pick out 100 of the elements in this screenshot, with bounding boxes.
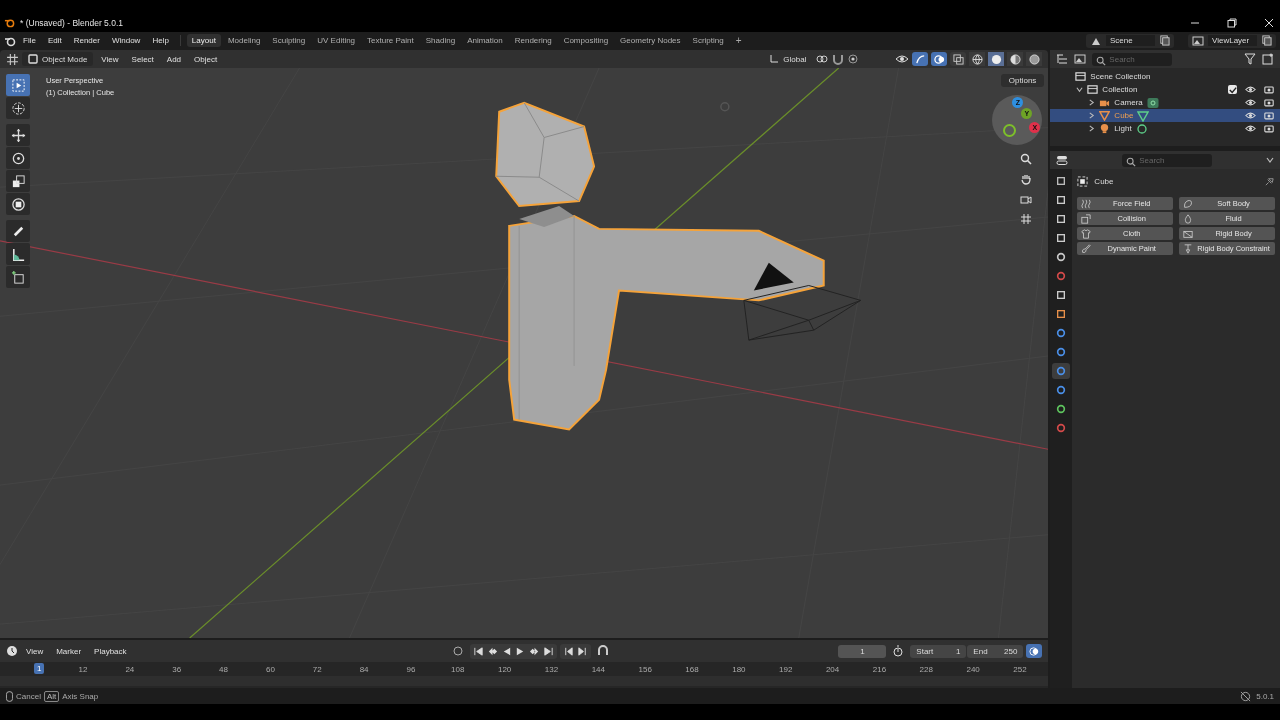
step-back-icon[interactable] <box>563 645 575 657</box>
jump-end-icon[interactable] <box>543 645 555 657</box>
view-layer-field[interactable]: ViewLayer <box>1188 33 1276 48</box>
workspace-tab[interactable]: Sculpting <box>267 34 311 47</box>
tool-button[interactable] <box>6 220 30 242</box>
orientation-dropdown[interactable]: Global <box>763 52 813 66</box>
outliner-row[interactable]: Light <box>1050 122 1280 135</box>
grid-icon[interactable] <box>1020 213 1033 225</box>
search-field[interactable]: Search <box>1092 52 1173 66</box>
camera-icon[interactable] <box>1264 98 1274 107</box>
filter-icon[interactable] <box>1244 53 1256 65</box>
camera-icon[interactable] <box>1020 193 1033 205</box>
workspace-tab[interactable]: Geometry Nodes <box>615 34 686 47</box>
menu-item[interactable]: Help <box>147 35 174 46</box>
light-data-icon[interactable] <box>1135 122 1148 135</box>
step-forward-icon[interactable] <box>577 645 589 657</box>
menu-item[interactable]: Window <box>106 35 146 46</box>
close-icon[interactable] <box>1264 18 1274 28</box>
outliner-row[interactable]: Cube <box>1050 109 1280 122</box>
scene-field[interactable]: Scene <box>1086 33 1174 48</box>
menu-item[interactable]: File <box>18 35 41 46</box>
mode-dropdown[interactable]: Object Mode <box>22 52 94 66</box>
playhead-marker[interactable]: 1 <box>34 663 45 674</box>
auto-key-toggle[interactable] <box>1026 644 1043 658</box>
camera-data-icon[interactable] <box>1146 96 1159 109</box>
outliner-row[interactable]: Scene Collection <box>1050 70 1280 83</box>
outliner-row[interactable]: Camera <box>1050 96 1280 109</box>
chevron-icon[interactable] <box>1088 112 1096 119</box>
list-icon[interactable] <box>1056 53 1069 65</box>
chevron-down-icon[interactable] <box>1266 156 1274 164</box>
eye-icon[interactable] <box>1245 98 1256 107</box>
stopwatch-icon[interactable] <box>892 645 905 657</box>
menu-item[interactable]: Marker <box>51 645 87 657</box>
add-workspace-button[interactable]: + <box>730 33 747 48</box>
camera-icon[interactable] <box>1264 111 1274 120</box>
tool-button[interactable] <box>6 97 30 119</box>
chevron-icon[interactable] <box>1088 125 1096 132</box>
tool-button[interactable] <box>6 147 30 169</box>
zoom-icon[interactable] <box>1020 153 1033 165</box>
record-icon[interactable] <box>452 645 465 657</box>
grid-editor-icon[interactable] <box>6 52 19 66</box>
workspace-tab[interactable]: Compositing <box>558 34 614 47</box>
workspace-tab[interactable]: UV Editing <box>312 34 361 47</box>
eye-icon[interactable] <box>1245 124 1256 133</box>
current-frame-field[interactable]: 1 <box>838 644 887 658</box>
menu-item[interactable]: View <box>96 53 124 65</box>
gizmo-toggle[interactable] <box>912 52 929 66</box>
overlay-toggle[interactable] <box>931 52 948 66</box>
magnet-icon[interactable] <box>832 53 845 65</box>
mesh-data-icon[interactable] <box>1137 109 1150 122</box>
shading-mode-button[interactable] <box>988 52 1005 66</box>
start-frame-field[interactable]: Start 1 <box>910 644 967 658</box>
restore-icon[interactable] <box>1227 18 1237 28</box>
jump-start-icon[interactable] <box>473 645 485 657</box>
shading-mode-button[interactable] <box>969 52 986 66</box>
workspace-tab[interactable]: Animation <box>462 34 508 47</box>
chevron-icon[interactable] <box>1076 86 1084 93</box>
tool-button[interactable] <box>6 170 30 192</box>
menu-item[interactable]: Object <box>189 53 223 65</box>
hand-icon[interactable] <box>1020 173 1033 185</box>
checkbox[interactable] <box>1228 85 1237 94</box>
workspace-tab[interactable]: Texture Paint <box>362 34 419 47</box>
menu-item[interactable]: Add <box>161 53 187 65</box>
tool-button[interactable] <box>6 193 30 215</box>
workspace-tab[interactable]: Scripting <box>687 34 729 47</box>
clock-icon[interactable] <box>6 645 18 657</box>
eye-icon[interactable] <box>1245 111 1256 120</box>
end-frame-field[interactable]: End 250 <box>967 644 1024 658</box>
outliner-row[interactable]: Collection <box>1050 83 1280 96</box>
pin-icon[interactable] <box>1264 175 1275 187</box>
camera-icon[interactable] <box>1264 124 1274 133</box>
workspace-tab[interactable]: Modeling <box>222 34 266 47</box>
tool-button[interactable] <box>6 266 30 288</box>
menu-item[interactable]: Select <box>126 53 159 65</box>
copy-icon[interactable] <box>1159 35 1170 46</box>
magnet-icon[interactable] <box>597 645 610 657</box>
eye-icon[interactable] <box>895 54 910 64</box>
workspace-tab[interactable]: Shading <box>420 34 461 47</box>
xray-toggle[interactable] <box>950 52 967 66</box>
image-icon[interactable] <box>1074 53 1087 65</box>
prev-keyframe-icon[interactable] <box>487 645 499 657</box>
toggle-icon[interactable] <box>1056 154 1069 166</box>
workspace-tab[interactable]: Rendering <box>509 34 557 47</box>
chevron-icon[interactable] <box>1088 99 1096 106</box>
proportional-icon[interactable] <box>847 53 860 65</box>
options-dropdown[interactable]: Options <box>1000 74 1045 87</box>
search-field[interactable]: Search <box>1122 153 1213 167</box>
menu-item[interactable]: Edit <box>42 35 67 46</box>
copy-icon[interactable] <box>1261 35 1272 46</box>
shading-mode-button[interactable] <box>1026 52 1043 66</box>
properties-tab[interactable] <box>1052 363 1071 379</box>
workspace-tab[interactable]: Layout <box>186 34 221 47</box>
shading-mode-button[interactable] <box>1007 52 1024 66</box>
tool-button[interactable] <box>6 124 30 146</box>
menu-item[interactable]: Playback <box>89 645 132 657</box>
menu-item[interactable]: Render <box>68 35 105 46</box>
camera-icon[interactable] <box>1264 85 1274 94</box>
new-collection-icon[interactable] <box>1262 53 1274 65</box>
menu-item[interactable]: View <box>21 645 49 657</box>
tool-button[interactable] <box>6 243 30 265</box>
